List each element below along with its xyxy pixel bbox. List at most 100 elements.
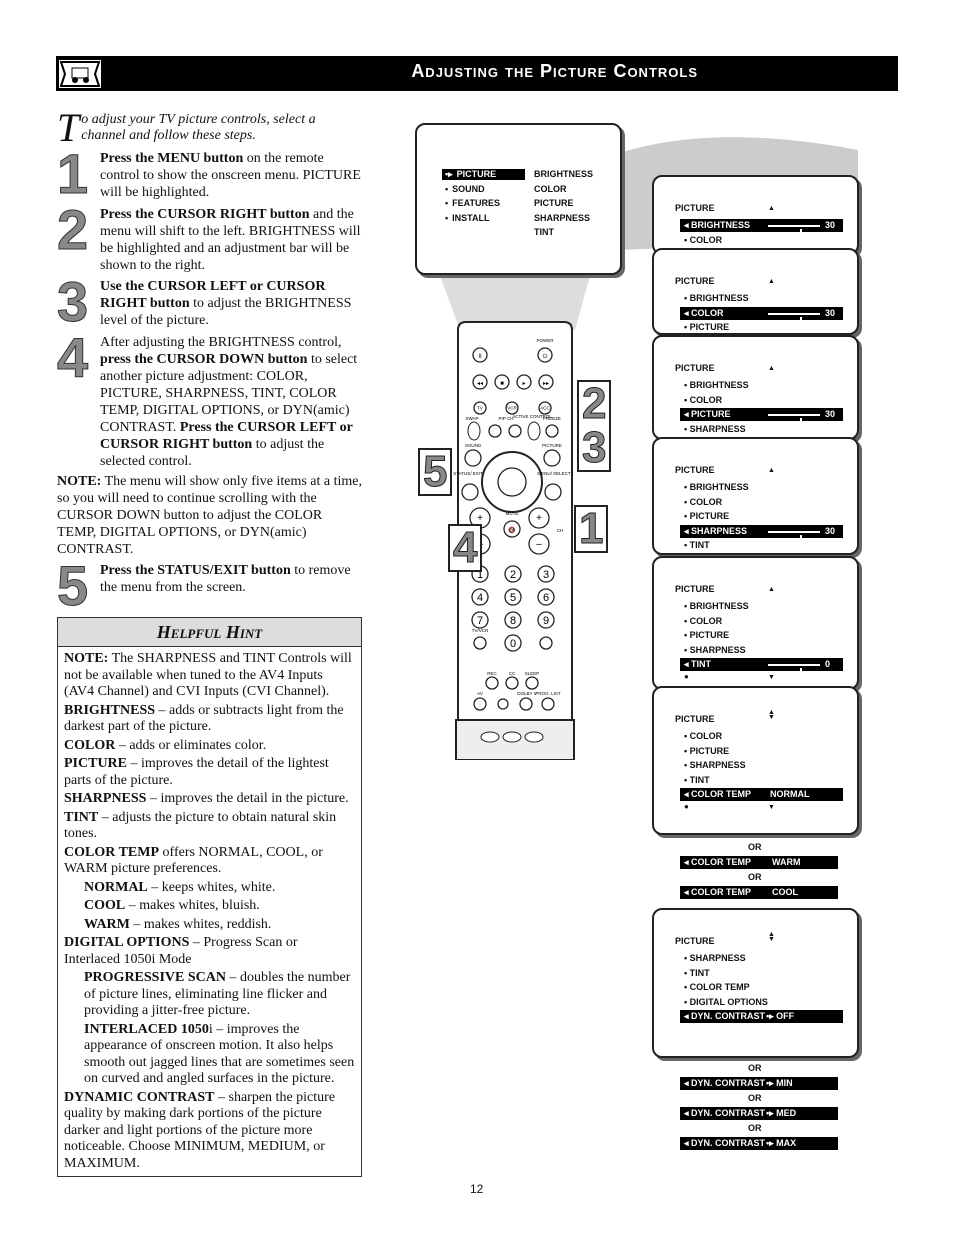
cc-button[interactable]: [505, 676, 519, 690]
adjustment-slider[interactable]: [768, 664, 820, 675]
item-label: ◂ COLOR: [684, 308, 724, 319]
menu-item[interactable]: • COLOR: [684, 616, 722, 626]
menu-item[interactable]: • PICTURE: [684, 511, 729, 521]
item-value: •▸ OFF: [766, 1011, 794, 1022]
item-label-text: SHARPNESS: [689, 760, 746, 771]
position-button-2[interactable]: [502, 731, 522, 743]
highlighted-item[interactable]: ◂ DYN. CONTRAST •▸ OFF: [680, 1010, 843, 1024]
menu-item[interactable]: • COLOR: [684, 731, 722, 741]
menu-item[interactable]: • BRIGHTNESS: [684, 601, 749, 611]
menu-item-sound[interactable]: • SOUND: [442, 184, 515, 194]
clock-button[interactable]: [497, 698, 509, 710]
menu-item[interactable]: • SHARPNESS: [684, 760, 746, 770]
menu-item[interactable]: • PICTURE: [684, 322, 729, 332]
option-value-text: MAX: [776, 1138, 797, 1148]
highlighted-item[interactable]: ◂ COLOR 30: [680, 306, 843, 323]
channel-down-icon: –: [536, 539, 542, 550]
av-button[interactable]: [473, 697, 487, 711]
menu-item[interactable]: • SHARPNESS: [684, 424, 746, 434]
rec-button[interactable]: [485, 676, 499, 690]
menu-item[interactable]: • BRIGHTNESS: [684, 293, 749, 303]
pause-icon: II: [478, 354, 482, 360]
item-value: 30: [825, 525, 836, 536]
menu-item[interactable]: • SHARPNESS: [684, 953, 746, 963]
slider-knob[interactable]: [800, 316, 802, 323]
item-label-text: SHARPNESS: [689, 953, 746, 963]
adjustment-slider[interactable]: [768, 225, 820, 235]
status-exit-button[interactable]: [461, 483, 479, 501]
option-label-text: DYN. CONTRAST: [691, 1138, 766, 1148]
toggle-icon: •▸: [766, 1108, 777, 1118]
surf-button[interactable]: [539, 636, 553, 650]
mute-label: MUTE: [506, 511, 519, 516]
scroll-up-icon: ▲: [768, 467, 775, 474]
option-label: ◂ DYN. CONTRAST: [684, 1138, 765, 1149]
menu-item[interactable]: • PICTURE: [684, 746, 729, 756]
active-control-button[interactable]: [527, 421, 541, 441]
slider-knob[interactable]: [800, 418, 802, 425]
prog-list-button[interactable]: [541, 697, 555, 711]
menu-item[interactable]: • BRIGHTNESS: [684, 380, 749, 390]
ok-button[interactable]: [497, 467, 527, 497]
freeze-button[interactable]: [545, 424, 559, 438]
sleep-button[interactable]: [525, 676, 539, 690]
cursor-left-icon: ◂: [684, 1138, 692, 1148]
scroll-up-icon: ▲: [768, 586, 775, 593]
cursor-left-icon: ◂: [684, 525, 692, 536]
option-value: WARM: [772, 857, 801, 867]
highlighted-item[interactable]: ◂ COLOR TEMP NORMAL: [680, 788, 843, 802]
panel-title: PICTURE: [675, 363, 715, 373]
acc-label: ACC: [540, 406, 550, 411]
menu-select-button[interactable]: [544, 483, 562, 501]
menu-item[interactable]: • COLOR: [684, 395, 722, 405]
menu-item[interactable]: • COLOR: [684, 497, 722, 507]
menu-item[interactable]: • TINT: [684, 540, 710, 550]
option-value: COOL: [772, 887, 798, 897]
menu-item[interactable]: • SHARPNESS: [684, 645, 746, 655]
position-button-1[interactable]: [480, 731, 500, 743]
adjustment-slider[interactable]: [768, 312, 820, 323]
sound-button[interactable]: [464, 449, 482, 467]
highlighted-item[interactable]: ◂ BRIGHTNESS 30: [680, 219, 843, 235]
menu-item[interactable]: • PICTURE: [684, 630, 729, 640]
menu-item[interactable]: • TINT: [684, 968, 710, 978]
item-label-text: COLOR: [689, 496, 723, 507]
dolby-button[interactable]: [519, 697, 533, 711]
or-label: OR: [748, 1063, 762, 1073]
panel-title: PICTURE: [675, 465, 715, 475]
item-value: NORMAL: [770, 789, 810, 799]
pip-up-button[interactable]: [508, 424, 522, 438]
adjustment-slider[interactable]: [768, 414, 820, 425]
picture-button[interactable]: [543, 449, 561, 467]
menu-item-picture[interactable]: •▸ PICTURE: [442, 169, 525, 180]
av-ch-button[interactable]: [473, 636, 487, 650]
mute-icon: 🔇: [508, 526, 516, 534]
pip-dn-button[interactable]: [488, 424, 502, 438]
adjustment-slider[interactable]: [768, 530, 820, 541]
menu-item-install[interactable]: • INSTALL: [442, 213, 515, 223]
slider-knob[interactable]: [800, 534, 802, 541]
ffwd-icon: ▸▸: [543, 381, 549, 387]
swap-button[interactable]: [467, 421, 481, 441]
item-label-text: BRIGHTNESS: [691, 220, 751, 230]
menu-item[interactable]: • COLOR TEMP: [684, 982, 750, 992]
position-button-3[interactable]: [524, 731, 544, 743]
item-label-text: PICTURE: [689, 745, 730, 756]
highlighted-item[interactable]: ◂ SHARPNESS 30: [680, 524, 843, 541]
menu-item[interactable]: • TINT: [684, 775, 710, 785]
menu-item[interactable]: • DIGITAL OPTIONS: [684, 997, 768, 1007]
item-label-text: BRIGHTNESS: [689, 482, 749, 492]
menu-item[interactable]: • COLOR: [684, 235, 722, 245]
submenu-item: COLOR: [534, 183, 567, 194]
highlighted-item[interactable]: ◂ PICTURE 30: [680, 408, 843, 425]
menu-item-label: INSTALL: [452, 212, 490, 223]
menu-item-features[interactable]: • FEATURES: [442, 198, 515, 208]
menu-item-label: FEATURES: [452, 198, 500, 209]
highlighted-item[interactable]: ◂ TINT 0: [680, 658, 843, 675]
slider-knob[interactable]: [800, 229, 802, 235]
option-value: •▸ MED: [766, 1108, 796, 1119]
item-label-text: COLOR: [689, 234, 723, 245]
slider-knob[interactable]: [800, 668, 802, 675]
menu-item[interactable]: • BRIGHTNESS: [684, 482, 749, 492]
cursor-left-icon: ◂: [684, 659, 692, 670]
